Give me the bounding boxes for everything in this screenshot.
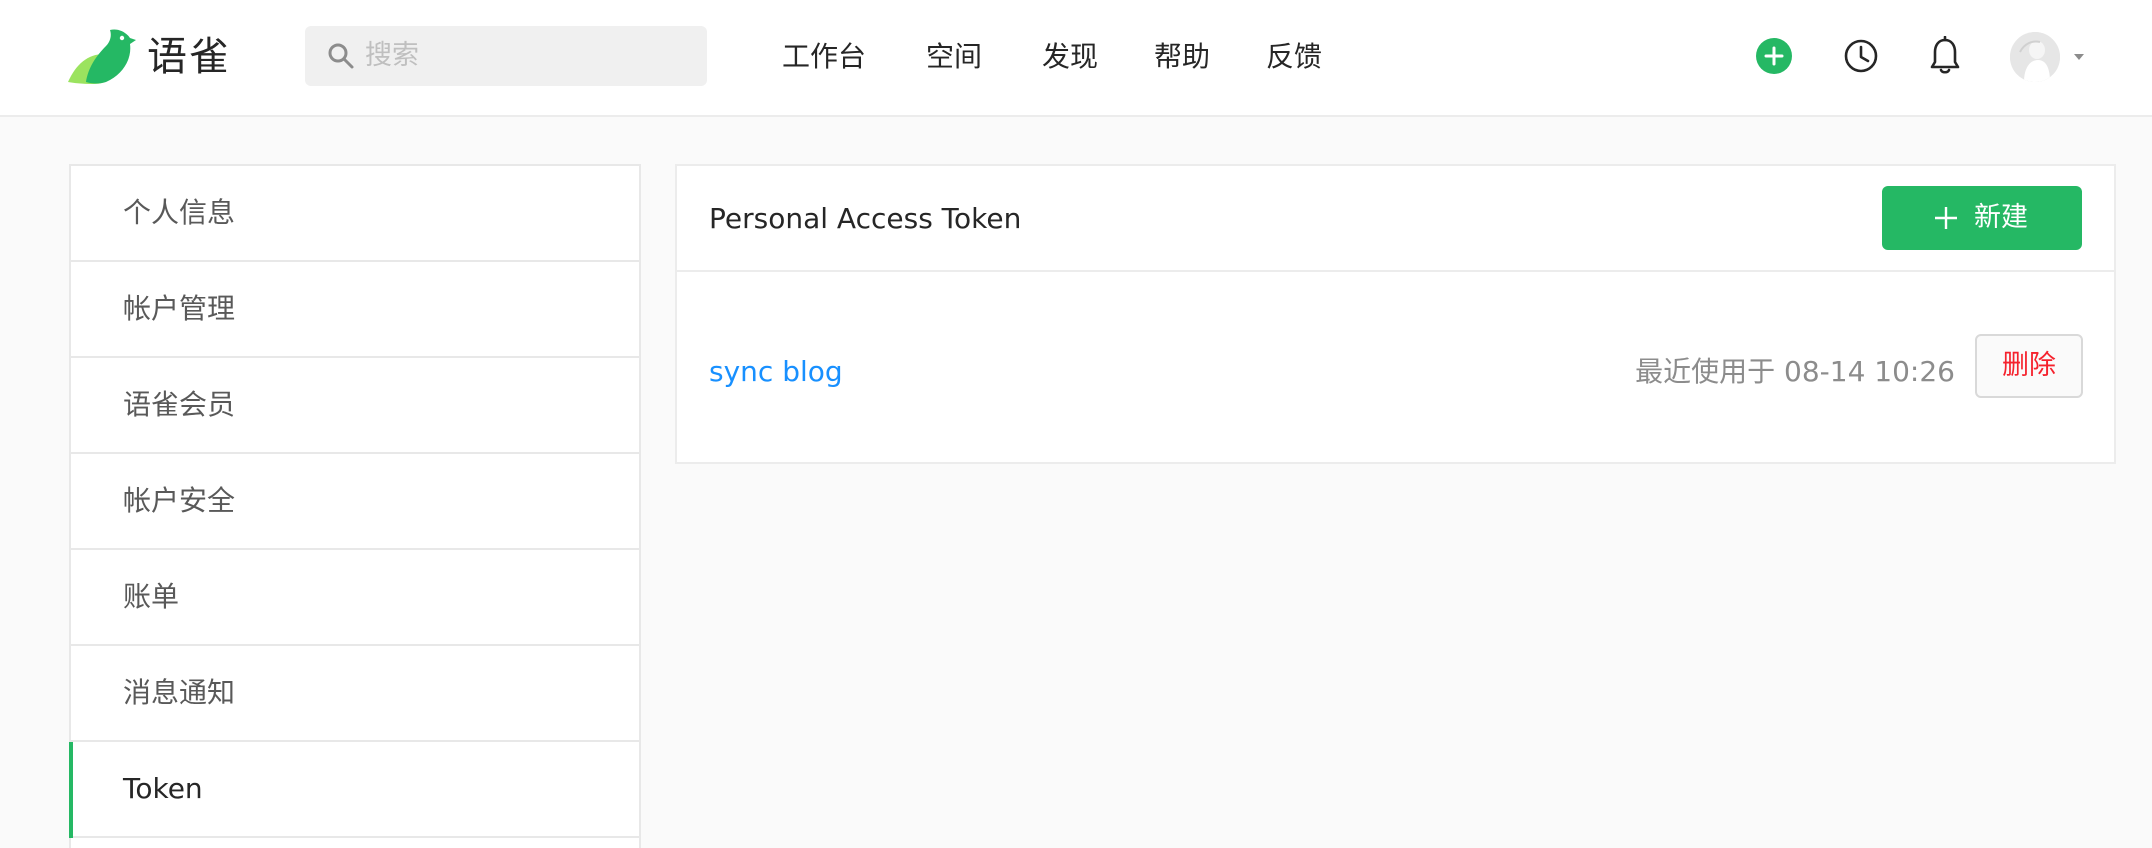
search-icon <box>328 43 354 69</box>
caret-down-icon[interactable] <box>2069 42 2089 72</box>
sidebar-item-billing[interactable]: 账单 <box>71 550 639 646</box>
nav-spaces[interactable]: 空间 <box>926 30 982 84</box>
plus-circle-icon[interactable] <box>1756 38 1792 74</box>
nav-workbench[interactable]: 工作台 <box>782 30 866 84</box>
settings-sidebar: 个人信息 帐户管理 语雀会员 帐户安全 账单 消息通知 Token <box>69 164 641 848</box>
avatar-image-icon <box>2010 32 2060 82</box>
sidebar-item-label: 语雀会员 <box>123 388 236 421</box>
bell-icon[interactable] <box>1929 36 1961 76</box>
new-token-label: 新建 <box>1974 202 2028 233</box>
token-last-used: 最近使用于 08-14 10:26 <box>1635 355 1955 388</box>
sidebar-item-label: 帐户安全 <box>123 484 236 517</box>
top-header: 语雀 搜索 工作台 空间 发现 帮助 反馈 <box>0 0 2152 117</box>
sidebar-item-profile[interactable]: 个人信息 <box>71 166 639 262</box>
sidebar-item-label: 个人信息 <box>123 196 236 229</box>
sidebar-item-membership[interactable]: 语雀会员 <box>71 358 639 454</box>
sidebar-item-account[interactable]: 帐户管理 <box>71 262 639 358</box>
sidebar-item-label: 账单 <box>123 580 180 613</box>
panel-header: Personal Access Token 新建 <box>677 166 2114 272</box>
nav-discover[interactable]: 发现 <box>1042 30 1098 84</box>
token-panel: Personal Access Token 新建 sync blog 最近使用于… <box>675 164 2116 464</box>
sidebar-item-notifications[interactable]: 消息通知 <box>71 646 639 742</box>
clock-icon[interactable] <box>1843 38 1879 74</box>
token-name-link[interactable]: sync blog <box>709 352 843 392</box>
nav-feedback[interactable]: 反馈 <box>1266 30 1322 84</box>
panel-title: Personal Access Token <box>709 202 1022 235</box>
yuque-logo-icon[interactable] <box>66 24 136 86</box>
nav-help[interactable]: 帮助 <box>1154 30 1210 84</box>
sidebar-item-label: 帐户管理 <box>123 292 236 325</box>
avatar[interactable] <box>2010 32 2060 82</box>
new-token-button[interactable]: 新建 <box>1882 186 2082 250</box>
plus-icon <box>1935 207 1957 229</box>
sidebar-item-security[interactable]: 帐户安全 <box>71 454 639 550</box>
search-placeholder: 搜索 <box>365 40 419 71</box>
delete-token-button[interactable]: 删除 <box>1975 334 2083 398</box>
brand-name[interactable]: 语雀 <box>147 30 231 84</box>
sidebar-item-label: 消息通知 <box>123 676 236 709</box>
sidebar-item-token[interactable]: Token <box>69 742 639 838</box>
sidebar-item-label: Token <box>123 772 203 805</box>
search-input[interactable]: 搜索 <box>305 26 707 86</box>
